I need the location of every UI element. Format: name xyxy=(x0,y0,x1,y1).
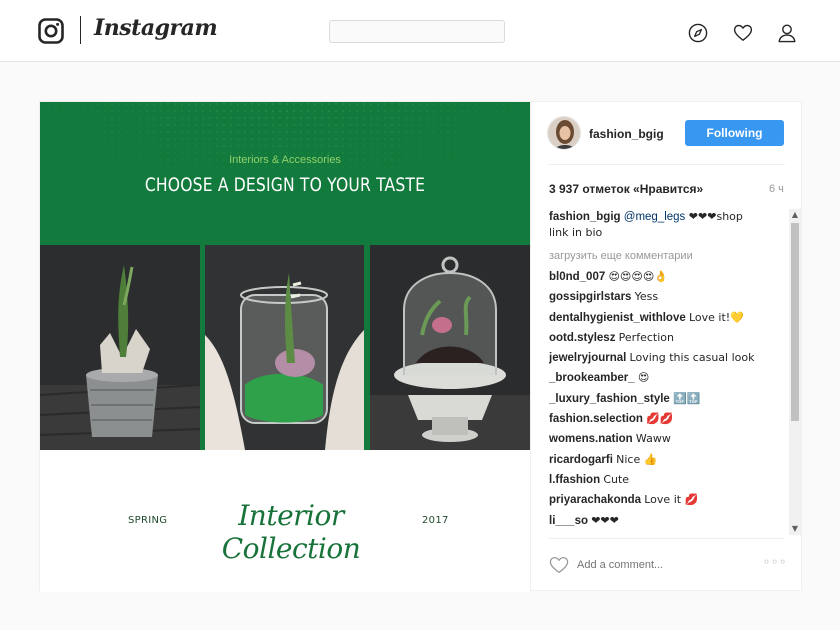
post-caption: fashion_bgig @meg_legs ❤❤❤shop link in b… xyxy=(549,209,761,241)
comment-row: _luxury_fashion_style 🔝🔝 xyxy=(549,391,787,411)
comment-username[interactable]: l.ffashion xyxy=(549,474,600,486)
caption-mention[interactable]: @meg_legs xyxy=(624,211,686,223)
comment-row: ootd.stylesz Perfection xyxy=(549,330,787,350)
image-banner: Interiors & Accessories CHOOSE A DESIGN … xyxy=(40,102,530,245)
collection-caption: SPRING Interior Collection 2017 xyxy=(40,497,530,565)
photo-jar-moss xyxy=(205,245,364,450)
comments-list: fashion_bgig @meg_legs ❤❤❤shop link in b… xyxy=(549,209,787,535)
logo-divider xyxy=(80,16,81,44)
comment-row: jewelryjournal Loving this casual look xyxy=(549,350,787,370)
comment-username[interactable]: ootd.stylesz xyxy=(549,332,615,344)
post-image[interactable]: Interiors & Accessories CHOOSE A DESIGN … xyxy=(40,102,530,592)
comment-row: _brookeamber_ 😍 xyxy=(549,370,787,390)
comment-username[interactable]: dentalhygienist_withlove xyxy=(549,312,686,324)
compass-icon[interactable] xyxy=(688,23,708,43)
avatar[interactable] xyxy=(547,116,581,150)
comment-text: Nice 👍 xyxy=(616,452,658,466)
photo-bucket-plant xyxy=(40,245,200,450)
add-comment-input[interactable] xyxy=(577,556,752,574)
comment-text: 😍 xyxy=(637,371,650,385)
comment-username[interactable]: bl0nd_007 xyxy=(549,271,605,283)
comment-username[interactable]: li___so xyxy=(549,515,588,527)
scroll-thumb[interactable] xyxy=(791,223,799,421)
header-divider xyxy=(549,164,785,165)
following-button[interactable]: Following xyxy=(685,120,784,146)
comment-text: Loving this casual look xyxy=(629,351,755,365)
image-subtitle: Interiors & Accessories xyxy=(229,154,341,166)
like-heart-icon[interactable] xyxy=(549,556,569,574)
comment-text: Yess xyxy=(634,290,659,304)
comment-row: li___so ❤❤❤ xyxy=(549,513,787,533)
comment-username[interactable]: fashion.selection xyxy=(549,413,643,425)
comment-text: ❤❤❤ xyxy=(591,513,619,527)
comment-row: ricardogarfi Nice 👍 xyxy=(549,452,787,472)
comments-scrollbar[interactable]: ▲ ▼ xyxy=(789,209,801,535)
more-options-icon[interactable]: ◦◦◦ xyxy=(763,555,787,569)
post-header: fashion_bgig Following xyxy=(531,102,804,164)
comment-text: Love it 💋 xyxy=(644,493,699,507)
search-input[interactable] xyxy=(329,20,505,43)
comment-text: 🔝🔝 xyxy=(673,391,701,405)
comment-row: bl0nd_007 😍😍😍😍👌 xyxy=(549,269,787,289)
collection-title: Interior Collection xyxy=(221,499,361,565)
comment-text: Love it!💛 xyxy=(688,310,744,324)
post-timestamp[interactable]: 6 ч xyxy=(769,183,784,195)
post-card: Interiors & Accessories CHOOSE A DESIGN … xyxy=(39,101,803,592)
post-side-panel: fashion_bgig Following 3 937 отметок «Нр… xyxy=(530,102,803,592)
comment-username[interactable]: jewelryjournal xyxy=(549,352,626,364)
comment-text: Waww xyxy=(635,432,671,446)
year-label: 2017 xyxy=(422,515,449,526)
comment-username[interactable]: _brookeamber_ xyxy=(549,372,635,384)
top-navigation-bar: Instagram xyxy=(0,0,840,62)
image-title: CHOOSE A DESIGN TO YOUR TASTE xyxy=(144,174,426,196)
comment-row: womens.nation Waww xyxy=(549,431,787,451)
heart-icon[interactable] xyxy=(733,23,753,43)
comment-text: 😍😍😍😍👌 xyxy=(608,270,669,283)
comment-row: gossipgirlstars Yess xyxy=(549,289,787,309)
comment-username[interactable]: _luxury_fashion_style xyxy=(549,393,670,405)
load-more-comments-link[interactable]: загрузить еще комментарии xyxy=(549,249,787,264)
author-username[interactable]: fashion_bgig xyxy=(589,127,664,141)
comment-text: 💋💋 xyxy=(646,412,674,426)
instagram-wordmark[interactable]: Instagram xyxy=(94,15,218,41)
comment-row: l.ffashion Cute xyxy=(549,472,787,492)
comment-text: Cute xyxy=(603,472,630,486)
scroll-up-arrow-icon[interactable]: ▲ xyxy=(789,209,801,221)
season-label: SPRING xyxy=(128,515,168,526)
photo-strip xyxy=(40,245,530,450)
comment-username[interactable]: womens.nation xyxy=(549,433,633,445)
caption-username[interactable]: fashion_bgig xyxy=(549,211,621,223)
comment-username[interactable]: priyarachakonda xyxy=(549,494,641,506)
add-comment-row: ◦◦◦ xyxy=(531,538,804,592)
likes-count[interactable]: 3 937 отметок «Нравится» xyxy=(549,182,703,196)
person-icon[interactable] xyxy=(777,23,797,43)
comment-username[interactable]: ricardogarfi xyxy=(549,454,613,466)
comment-row: fashion.selection 💋💋 xyxy=(549,411,787,431)
instagram-camera-icon[interactable] xyxy=(38,18,64,44)
comment-text: Perfection xyxy=(618,330,674,344)
comment-row: dentalhygienist_withlove Love it!💛 xyxy=(549,310,787,330)
scroll-down-arrow-icon[interactable]: ▼ xyxy=(789,523,801,535)
comment-row: priyarachakonda Love it 💋 xyxy=(549,492,787,512)
photo-glass-dome xyxy=(370,245,530,450)
comment-username[interactable]: gossipgirlstars xyxy=(549,291,631,303)
